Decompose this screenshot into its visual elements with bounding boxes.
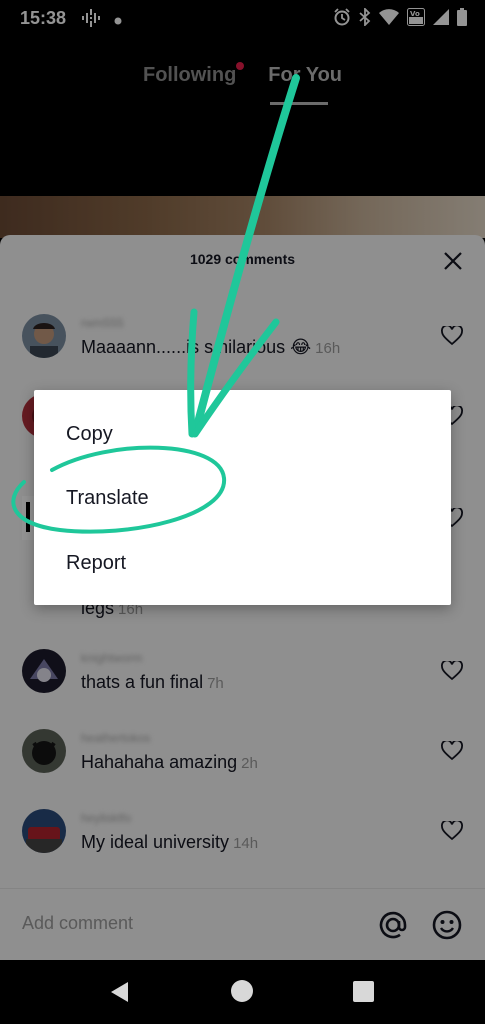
- menu-item-translate[interactable]: Translate: [66, 487, 149, 510]
- recents-button[interactable]: [353, 981, 374, 1002]
- system-nav-bar: [0, 960, 485, 1024]
- context-menu: Copy Translate Report: [34, 390, 451, 605]
- back-triangle-icon: [111, 982, 128, 1002]
- home-button[interactable]: [231, 980, 253, 1002]
- back-button[interactable]: [108, 980, 132, 1004]
- menu-item-report[interactable]: Report: [66, 552, 126, 575]
- menu-item-copy[interactable]: Copy: [66, 423, 113, 446]
